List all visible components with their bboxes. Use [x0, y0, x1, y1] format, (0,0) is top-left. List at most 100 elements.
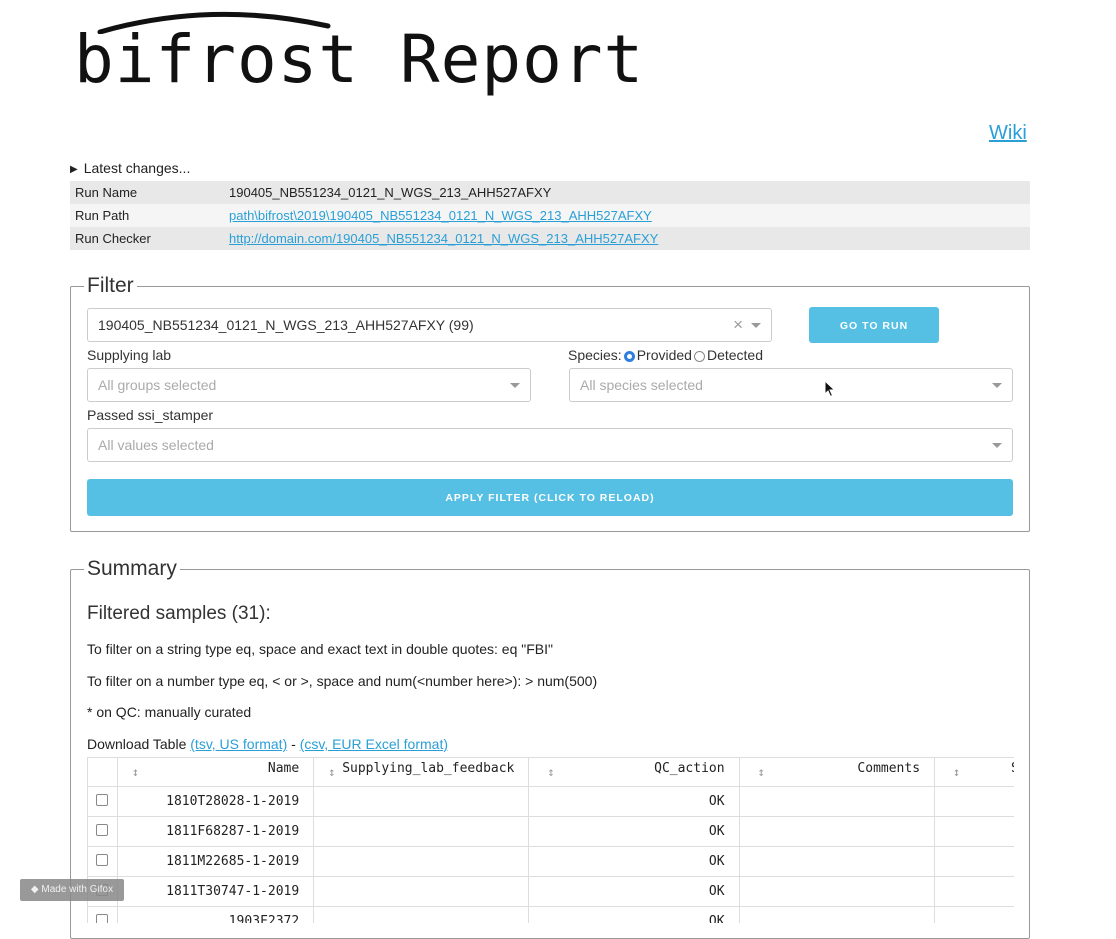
sort-icon[interactable]: ↕	[547, 765, 554, 779]
table-row[interactable]: 1811T30747-1-2019 OK	[88, 876, 1014, 907]
sort-icon[interactable]: ↕	[758, 765, 765, 779]
cell-s	[934, 816, 1014, 847]
number-filter-hint: To filter on a number type eq, < or >, s…	[87, 673, 598, 689]
column-header-qc-action[interactable]: ↕ QC_action	[528, 758, 740, 787]
summary-legend: Summary	[87, 557, 177, 580]
cell-supplying-lab-feedback	[313, 846, 530, 877]
cell-comments	[739, 876, 936, 907]
filtered-samples-heading: Filtered samples (31):	[87, 603, 271, 624]
cell-comments	[739, 846, 936, 877]
run-info-value: 190405_NB551234_0121_N_WGS_213_AHH527AFX…	[229, 185, 552, 200]
cell-qc-action: OK	[528, 816, 740, 847]
supplying-lab-select[interactable]: All groups selected	[87, 368, 531, 402]
supplying-lab-placeholder: All groups selected	[98, 377, 217, 393]
cell-name: 1810T28028-1-2019	[117, 786, 315, 817]
download-row: Download Table (tsv, US format) - (csv, …	[87, 736, 448, 752]
latest-changes-toggle[interactable]: ▶ Latest changes...	[70, 160, 190, 176]
string-filter-hint: To filter on a string type eq, space and…	[87, 641, 553, 657]
run-info-table: Run Name 190405_NB551234_0121_N_WGS_213_…	[70, 181, 1030, 250]
cell-qc-action: OK	[528, 906, 740, 923]
chevron-down-icon[interactable]	[510, 383, 520, 388]
species-detected-radio[interactable]	[693, 351, 705, 362]
watermark-text: Made with Gifox	[41, 884, 114, 895]
clear-icon[interactable]: ×	[733, 309, 743, 341]
cell-name: 1811T30747-1-2019	[117, 876, 315, 907]
chevron-down-icon[interactable]	[992, 443, 1002, 448]
supplying-lab-label: Supplying lab	[87, 347, 172, 363]
table-row[interactable]: 1811F68287-1-2019 OK	[88, 816, 1014, 847]
species-provided-label: Provided	[636, 347, 692, 363]
cell-comments	[739, 786, 936, 817]
select-column-header	[88, 758, 118, 787]
column-header-supplying-lab-feedback[interactable]: ↕ Supplying_lab_feedback	[313, 758, 530, 787]
passed-ssi-stamper-label: Passed ssi_stamper	[87, 407, 214, 423]
row-checkbox[interactable]	[96, 853, 109, 866]
download-label: Download Table	[87, 736, 187, 752]
cell-s	[934, 786, 1014, 817]
latest-changes-label: Latest changes...	[83, 160, 191, 176]
apply-filter-button[interactable]: APPLY FILTER (CLICK TO RELOAD)	[87, 479, 1013, 516]
column-header-s[interactable]: ↕S	[934, 758, 1014, 787]
cell-name: 1811M22685-1-2019	[117, 846, 315, 877]
row-checkbox[interactable]	[96, 793, 109, 806]
sort-icon[interactable]: ↕	[132, 765, 139, 779]
cell-s	[934, 876, 1014, 907]
run-select[interactable]: 190405_NB551234_0121_N_WGS_213_AHH527AFX…	[87, 308, 772, 342]
cell-name: 1811F68287-1-2019	[117, 816, 315, 847]
disclosure-triangle-icon: ▶	[70, 164, 78, 175]
cell-comments	[739, 906, 936, 923]
species-provided-radio[interactable]	[623, 351, 635, 362]
cell-comments	[739, 816, 936, 847]
species-label: Species:	[568, 347, 622, 363]
wiki-link[interactable]: Wiki	[989, 122, 1027, 145]
species-select[interactable]: All species selected	[569, 368, 1013, 402]
cell-supplying-lab-feedback	[313, 906, 530, 923]
chevron-down-icon[interactable]	[992, 383, 1002, 388]
cell-s	[934, 906, 1014, 923]
cell-supplying-lab-feedback	[313, 786, 530, 817]
download-separator: -	[291, 736, 296, 752]
column-header-name[interactable]: ↕ Name	[117, 758, 315, 787]
table-header-row: ↕ Name ↕ Supplying_lab_feedback ↕ QC_action…	[88, 758, 1014, 787]
table-row[interactable]: 1903F2372 OK	[88, 906, 1014, 923]
cell-s	[934, 846, 1014, 877]
mouse-cursor-icon	[824, 380, 836, 398]
cell-supplying-lab-feedback	[313, 816, 530, 847]
samples-table: ↕ Name ↕ Supplying_lab_feedback ↕ QC_action…	[87, 757, 1014, 923]
sort-icon[interactable]: ↕	[328, 765, 335, 779]
table-row[interactable]: 1811M22685-1-2019 OK	[88, 846, 1014, 877]
filter-legend: Filter	[87, 274, 134, 297]
run-info-key: Run Checker	[75, 231, 151, 246]
table-row[interactable]: 1810T28028-1-2019 OK	[88, 786, 1014, 817]
run-info-row: Run Path path\bifrost\2019\190405_NB5512…	[70, 204, 1030, 227]
run-path-link[interactable]: path\bifrost\2019\190405_NB551234_0121_N…	[229, 208, 652, 223]
cell-qc-action: OK	[528, 876, 740, 907]
cell-qc-action: OK	[528, 846, 740, 877]
run-checker-link[interactable]: http://domain.com/190405_NB551234_0121_N…	[229, 231, 658, 246]
cell-name: 1903F2372	[117, 906, 315, 923]
cell-qc-action: OK	[528, 786, 740, 817]
passed-placeholder: All values selected	[98, 437, 214, 453]
run-info-key: Run Path	[75, 208, 130, 223]
fox-icon: ◆	[30, 884, 42, 895]
gifox-watermark: ◆ Made with Gifox	[20, 879, 124, 901]
species-placeholder: All species selected	[580, 377, 703, 393]
run-info-key: Run Name	[75, 185, 138, 200]
run-info-row: Run Name 190405_NB551234_0121_N_WGS_213_…	[70, 181, 1030, 204]
species-detected-label: Detected	[706, 347, 764, 363]
download-tsv-link[interactable]: (tsv, US format)	[190, 736, 287, 752]
qc-hint: * on QC: manually curated	[87, 704, 252, 720]
download-csv-link[interactable]: (csv, EUR Excel format)	[300, 736, 448, 752]
go-to-run-button[interactable]: GO TO RUN	[809, 307, 939, 343]
passed-ssi-stamper-select[interactable]: All values selected	[87, 428, 1013, 462]
run-select-value: 190405_NB551234_0121_N_WGS_213_AHH527AFX…	[98, 317, 474, 333]
row-checkbox[interactable]	[96, 823, 109, 836]
app-logo: bifrost Report	[74, 8, 643, 103]
chevron-down-icon[interactable]	[751, 323, 761, 328]
run-info-row: Run Checker http://domain.com/190405_NB5…	[70, 227, 1030, 250]
sort-icon[interactable]: ↕	[953, 765, 960, 779]
column-header-comments[interactable]: ↕ Comments	[739, 758, 936, 787]
cell-supplying-lab-feedback	[313, 876, 530, 907]
logo-text: bifrost Report	[74, 21, 645, 98]
species-label-group: Species: Provided Detected	[568, 347, 763, 363]
